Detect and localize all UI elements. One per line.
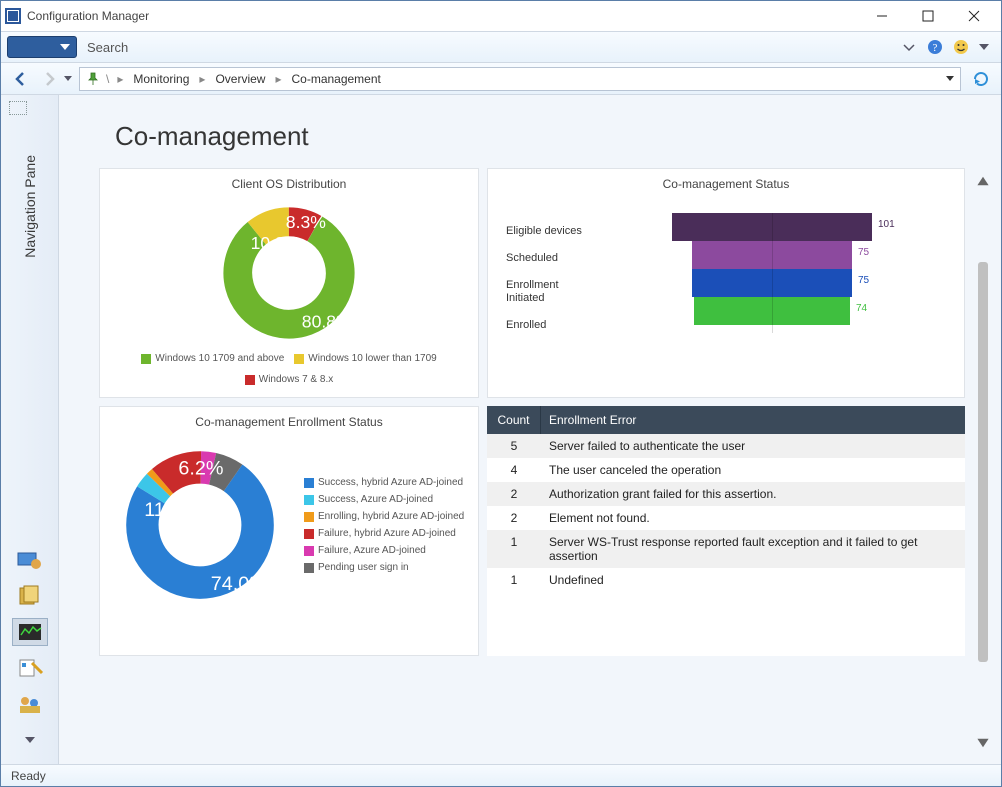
chart-legend: Windows 10 1709 and above Windows 10 low… xyxy=(100,353,478,393)
back-button[interactable] xyxy=(7,66,35,92)
workspace-assets-icon[interactable] xyxy=(12,546,48,574)
col-count: Count xyxy=(487,406,541,434)
feedback-dropdown-icon[interactable] xyxy=(979,44,989,50)
app-icon xyxy=(5,8,21,24)
chevron-right-icon: ▸ xyxy=(197,72,207,86)
svg-text:?: ? xyxy=(933,42,938,54)
content-pane: Co-management Client OS Distribution 80.… xyxy=(59,95,1001,764)
table-row[interactable]: 1Server WS-Trust response reported fault… xyxy=(487,530,965,568)
search-dropdown-icon[interactable] xyxy=(901,39,917,55)
breadcrumb-root: \ xyxy=(104,72,111,86)
legend-item: Success, Azure AD-joined xyxy=(304,494,464,505)
pct-label: 6.2% xyxy=(178,458,223,480)
pin-icon[interactable] xyxy=(86,72,100,86)
maximize-button[interactable] xyxy=(905,2,951,30)
bar-value: 75 xyxy=(858,247,869,258)
breadcrumb-monitoring[interactable]: Monitoring xyxy=(129,70,193,88)
scrollbar-thumb[interactable] xyxy=(978,262,988,662)
card-title: Client OS Distribution xyxy=(100,169,478,193)
search-placeholder[interactable]: Search xyxy=(87,40,901,55)
card-title: Co-management Enrollment Status xyxy=(100,407,478,431)
pct-label: 8.3% xyxy=(286,212,326,232)
card-enrollment-status: Co-management Enrollment Status 74.0% xyxy=(99,406,479,656)
vertical-scrollbar[interactable] xyxy=(973,168,993,756)
legend-item: Success, hybrid Azure AD-joined xyxy=(304,477,464,488)
chevron-down-icon xyxy=(60,44,70,50)
scroll-down-icon[interactable] xyxy=(976,736,990,750)
status-text: Ready xyxy=(11,769,46,783)
workspace-library-icon[interactable] xyxy=(12,582,48,610)
pct-label: 74.0% xyxy=(211,573,267,595)
chevron-right-icon: ▸ xyxy=(273,72,283,86)
feedback-smiley-icon[interactable] xyxy=(953,39,969,55)
history-dropdown-button[interactable] xyxy=(63,76,73,81)
legend-item: Enrolling, hybrid Azure AD-joined xyxy=(304,511,464,522)
body: Navigation Pane Co-management Client OS … xyxy=(1,95,1001,764)
pct-label: 10.8% xyxy=(251,233,301,253)
table-row[interactable]: 4The user canceled the operation xyxy=(487,458,965,482)
funnel-label: Enrolled xyxy=(506,319,586,332)
funnel-label: Enrollment Initiated xyxy=(506,279,586,305)
menu-bar: Search ? xyxy=(1,31,1001,63)
status-bar: Ready xyxy=(1,764,1001,786)
table-row[interactable]: 2Authorization grant failed for this ass… xyxy=(487,482,965,506)
bar-value: 75 xyxy=(858,275,869,286)
navigation-bar: \ ▸ Monitoring ▸ Overview ▸ Co-managemen… xyxy=(1,63,1001,95)
window-title: Configuration Manager xyxy=(27,9,859,23)
title-bar: Configuration Manager xyxy=(1,1,1001,31)
card-enrollment-errors: Count Enrollment Error 5Server failed to… xyxy=(487,406,965,656)
legend-item: Windows 7 & 8.x xyxy=(245,374,333,385)
minimize-button[interactable] xyxy=(859,2,905,30)
close-button[interactable] xyxy=(951,2,997,30)
forward-button[interactable] xyxy=(35,66,63,92)
scroll-up-icon[interactable] xyxy=(976,174,990,188)
page-title: Co-management xyxy=(59,95,1001,168)
card-comanagement-status: Co-management Status Eligible devices Sc… xyxy=(487,168,965,398)
app-window: Configuration Manager Search ? \ ▸ Monit… xyxy=(0,0,1002,787)
legend-item: Failure, Azure AD-joined xyxy=(304,545,464,556)
funnel-label: Eligible devices xyxy=(506,225,586,238)
navigation-pane[interactable]: Navigation Pane xyxy=(1,95,59,764)
legend-item: Pending user sign in xyxy=(304,562,464,573)
donut-chart-os: 80.8% 10.8% 8.3% xyxy=(199,193,379,353)
funnel-label: Scheduled xyxy=(506,252,586,265)
application-menu-button[interactable] xyxy=(7,36,77,58)
workspace-compliance-icon[interactable] xyxy=(12,654,48,682)
donut-chart-enroll: 74.0% 11.5% 6.2% xyxy=(110,435,290,615)
table-row[interactable]: 2Element not found. xyxy=(487,506,965,530)
navigation-pane-label: Navigation Pane xyxy=(22,155,38,258)
legend-item: Failure, hybrid Azure AD-joined xyxy=(304,528,464,539)
table-row[interactable]: 1Undefined xyxy=(487,568,965,592)
help-icon[interactable]: ? xyxy=(927,39,943,55)
chart-legend: Success, hybrid Azure AD-joined Success,… xyxy=(298,477,464,573)
pct-label: 80.8% xyxy=(302,311,352,331)
bar-value: 101 xyxy=(878,219,895,230)
card-title: Co-management Status xyxy=(488,169,964,193)
workspace-admin-icon[interactable] xyxy=(12,690,48,718)
breadcrumb-bar[interactable]: \ ▸ Monitoring ▸ Overview ▸ Co-managemen… xyxy=(79,67,961,91)
workspace-more-button[interactable] xyxy=(12,726,48,754)
breadcrumb-dropdown-icon[interactable] xyxy=(946,76,954,81)
col-error: Enrollment Error xyxy=(541,406,965,434)
legend-item: Windows 10 1709 and above xyxy=(141,353,284,364)
table-body: 5Server failed to authenticate the user … xyxy=(487,434,965,592)
funnel-chart: 101 75 75 74 xyxy=(598,213,946,363)
workspace-monitoring-icon[interactable] xyxy=(12,618,48,646)
legend-item: Windows 10 lower than 1709 xyxy=(294,353,436,364)
table-header: Count Enrollment Error xyxy=(487,406,965,434)
breadcrumb-comanagement[interactable]: Co-management xyxy=(287,70,384,88)
pct-label: 11.5% xyxy=(144,499,199,521)
bar-value: 74 xyxy=(856,303,867,314)
refresh-button[interactable] xyxy=(967,66,995,92)
chevron-right-icon: ▸ xyxy=(115,72,125,86)
breadcrumb-overview[interactable]: Overview xyxy=(211,70,269,88)
table-row[interactable]: 5Server failed to authenticate the user xyxy=(487,434,965,458)
card-client-os-distribution: Client OS Distribution 80.8% 10.8% 8.3% xyxy=(99,168,479,398)
expand-hint-icon[interactable] xyxy=(9,101,27,115)
